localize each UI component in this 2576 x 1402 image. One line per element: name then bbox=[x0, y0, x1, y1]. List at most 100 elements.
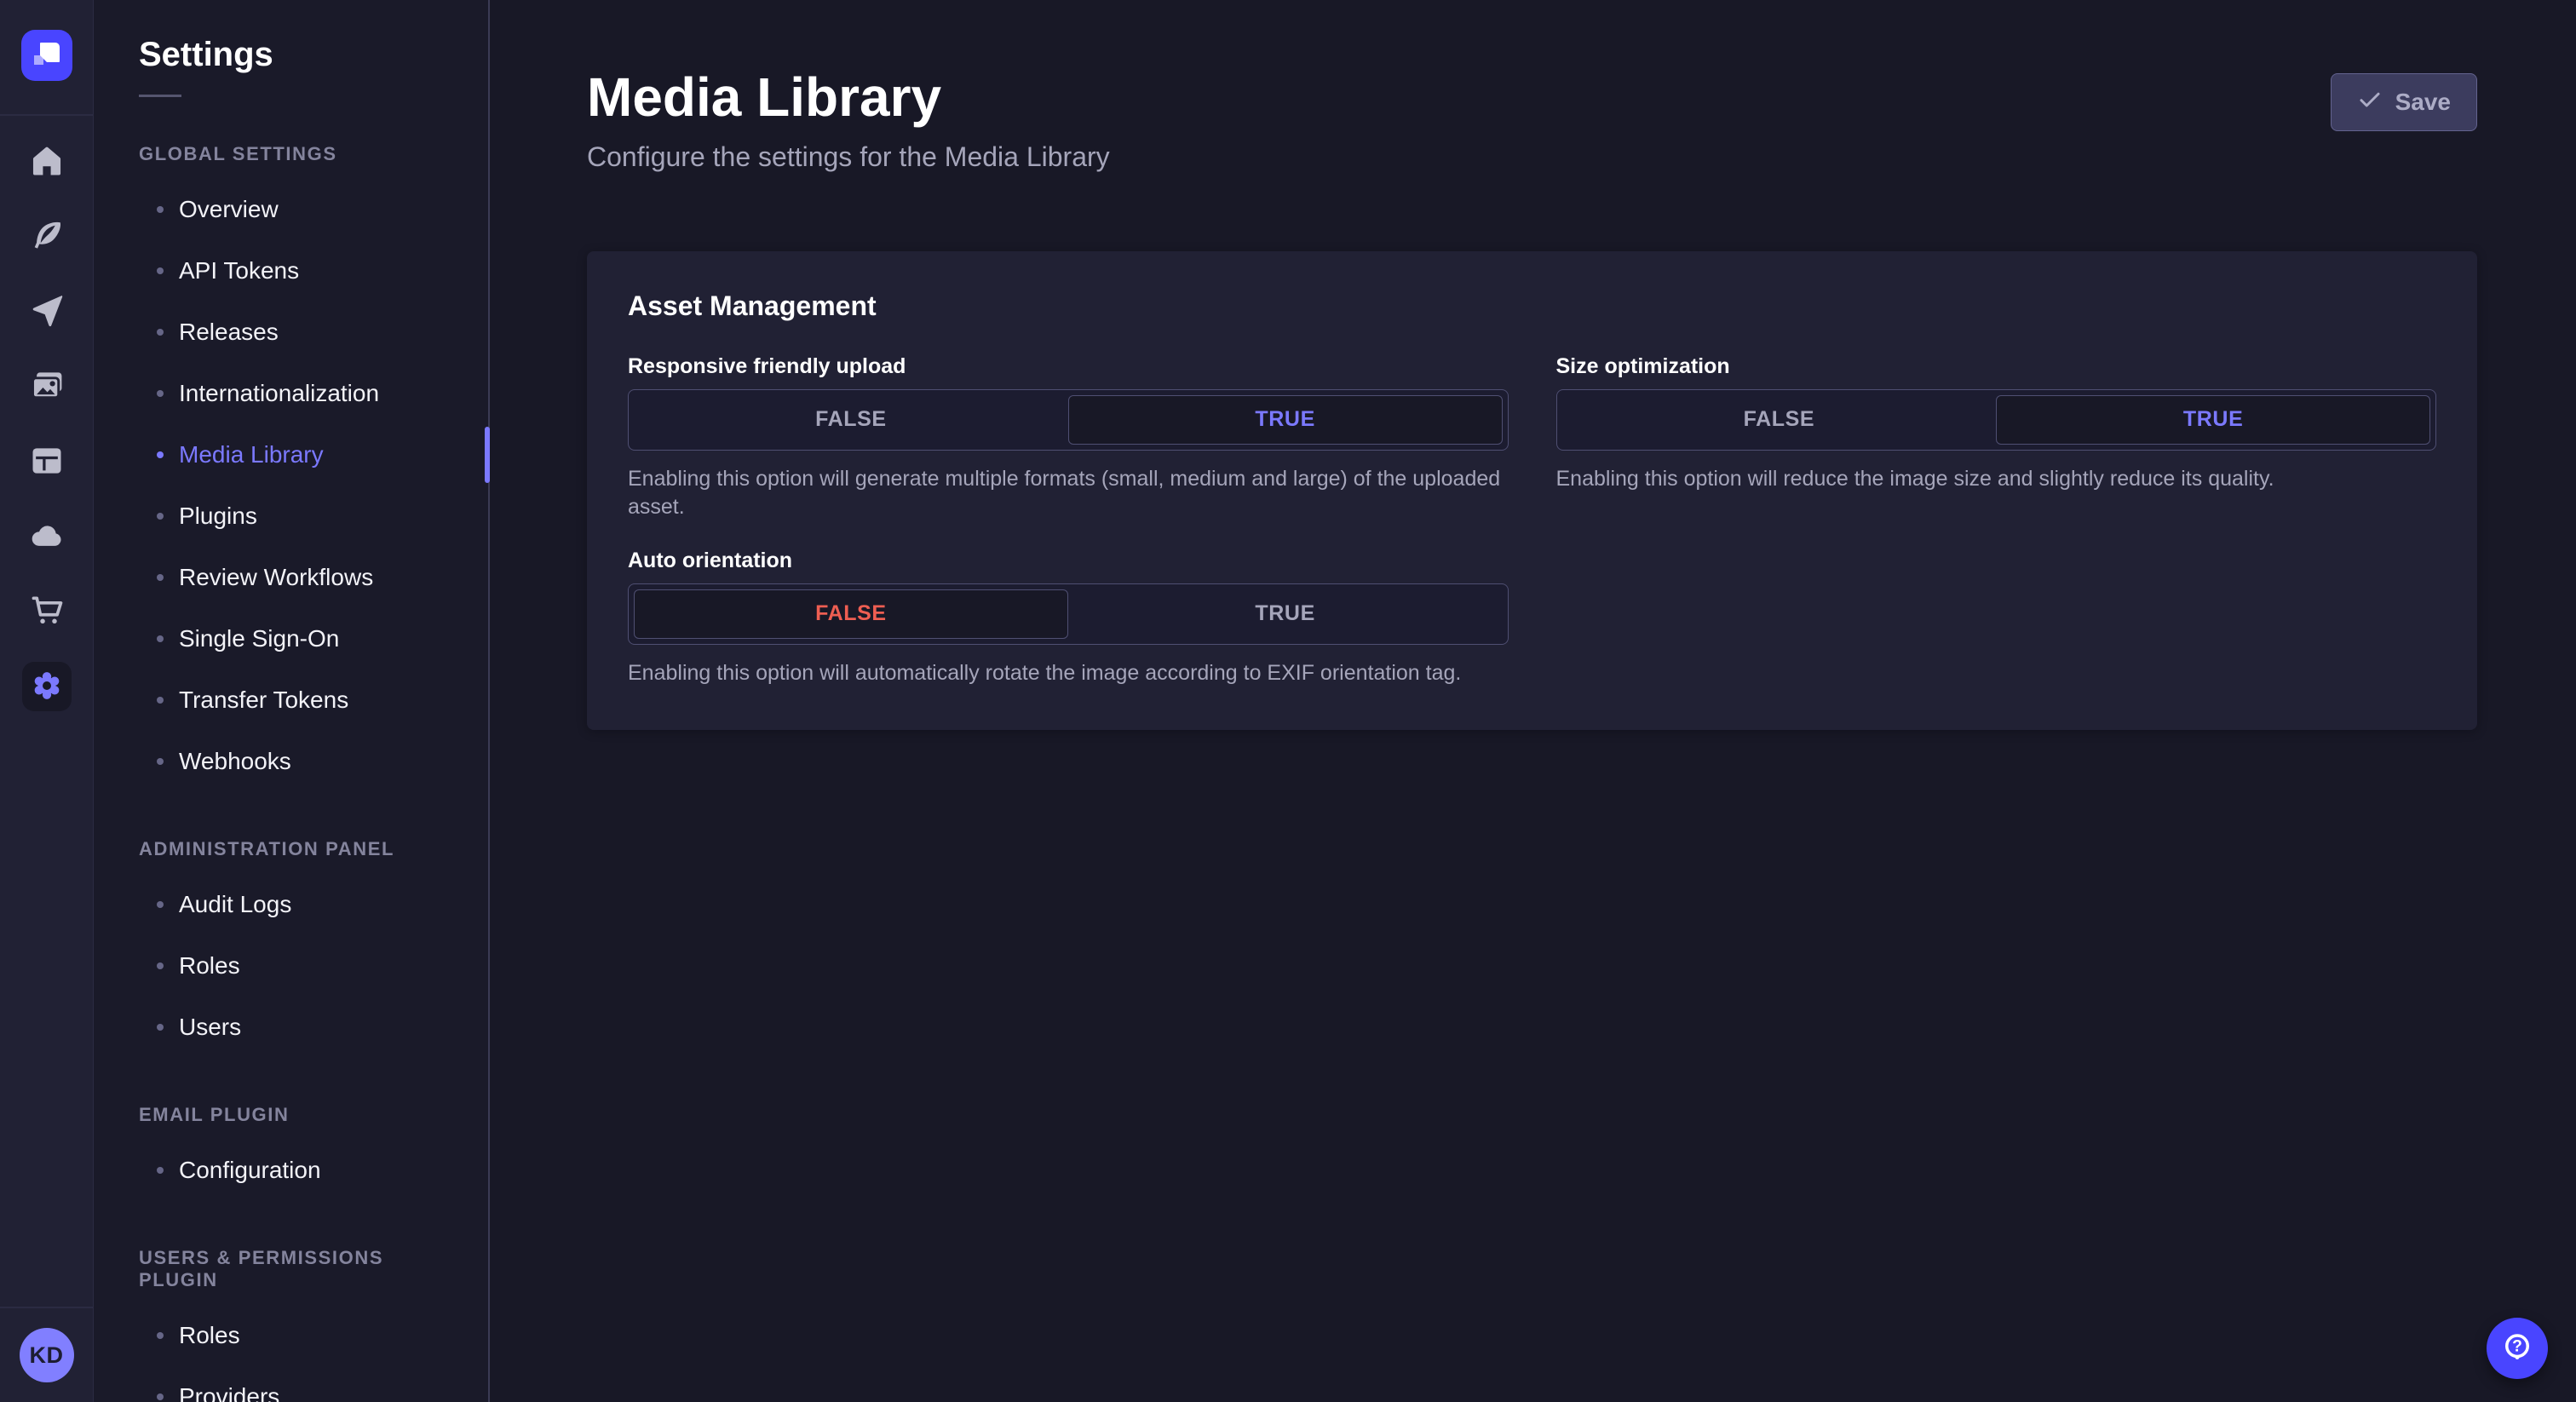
bullet-icon bbox=[157, 635, 164, 642]
subnav-item-up-providers[interactable]: Providers bbox=[94, 1366, 488, 1402]
toggle-true-option[interactable]: TRUE bbox=[1068, 589, 1503, 639]
field-description: Enabling this option will reduce the ima… bbox=[1555, 466, 2274, 491]
subnav-item-label: Internationalization bbox=[179, 380, 380, 406]
asset-management-card: Asset Management Responsive friendly upl… bbox=[587, 250, 2477, 730]
nav-content-manager[interactable] bbox=[28, 218, 66, 256]
toggle-false-option[interactable]: FALSE bbox=[1562, 395, 1997, 445]
toggle-false-option[interactable]: FALSE bbox=[634, 395, 1068, 445]
bullet-icon bbox=[157, 451, 164, 458]
subnav-item-plugins[interactable]: Plugins bbox=[94, 486, 488, 547]
subnav-item-label: Single Sign-On bbox=[179, 625, 340, 652]
save-button[interactable]: Save bbox=[2330, 73, 2477, 131]
toggle-true-option[interactable]: TRUE bbox=[1067, 394, 1503, 445]
subnav-item-overview[interactable]: Overview bbox=[94, 179, 488, 240]
field-auto-orientation: Auto orientation FALSE TRUE Enabling thi… bbox=[628, 549, 1509, 687]
subnav-item-label: Review Workflows bbox=[179, 564, 374, 590]
subnav-item-label: Users bbox=[179, 1014, 242, 1040]
bullet-icon bbox=[157, 267, 164, 274]
section-heading-administration-panel: ADMINISTRATION PANEL bbox=[139, 838, 395, 859]
question-mark-icon: ? bbox=[2499, 1330, 2535, 1368]
subnav-item-admin-users[interactable]: Users bbox=[94, 997, 488, 1058]
bullet-icon bbox=[157, 758, 164, 765]
subnav-item-webhooks[interactable]: Webhooks bbox=[94, 731, 488, 792]
main-nav-rail: KD bbox=[0, 0, 94, 1402]
subnav-item-releases[interactable]: Releases bbox=[94, 302, 488, 363]
gear-icon bbox=[30, 669, 64, 705]
subnav-item-up-roles[interactable]: Roles bbox=[94, 1305, 488, 1366]
workspace-logo[interactable] bbox=[0, 0, 93, 116]
section-heading-users-permissions-plugin: USERS & PERMISSIONS PLUGIN bbox=[139, 1247, 384, 1290]
email-plugin-list: Configuration bbox=[94, 1140, 488, 1201]
strapi-logo-icon bbox=[20, 29, 72, 85]
rail-icon-list bbox=[21, 116, 72, 711]
feather-icon bbox=[28, 217, 66, 257]
nav-media-library[interactable] bbox=[28, 368, 66, 405]
subnav-item-label: Roles bbox=[179, 952, 240, 979]
subnav-item-label: Roles bbox=[179, 1322, 240, 1348]
page-subtitle: Configure the settings for the Media Lib… bbox=[587, 141, 1110, 172]
bullet-icon bbox=[157, 1024, 164, 1031]
subnav-item-label: Media Library bbox=[179, 441, 324, 468]
section-heading-email-plugin: EMAIL PLUGIN bbox=[139, 1104, 290, 1125]
subnav-item-transfer-tokens[interactable]: Transfer Tokens bbox=[94, 669, 488, 731]
bullet-icon bbox=[157, 697, 164, 704]
subnav-item-label: Plugins bbox=[179, 503, 257, 529]
subnav-item-email-configuration[interactable]: Configuration bbox=[94, 1140, 488, 1201]
global-settings-list: Overview API Tokens Releases Internation… bbox=[94, 179, 490, 792]
shopping-cart-icon bbox=[28, 592, 66, 632]
auto-orientation-toggle: FALSE TRUE bbox=[628, 583, 1509, 645]
toggle-false-option[interactable]: FALSE bbox=[634, 589, 1068, 639]
subnav-item-label: Releases bbox=[179, 319, 279, 345]
subnav-item-label: Configuration bbox=[179, 1157, 321, 1183]
page-title: Media Library bbox=[587, 66, 942, 128]
subnav-item-label: Providers bbox=[179, 1383, 280, 1402]
nav-releases[interactable] bbox=[28, 293, 66, 330]
nav-settings[interactable] bbox=[21, 662, 72, 711]
responsive-friendly-upload-toggle: FALSE TRUE bbox=[628, 388, 1509, 451]
users-permissions-list: Roles Providers bbox=[94, 1305, 488, 1402]
field-responsive-friendly-upload: Responsive friendly upload FALSE TRUE En… bbox=[628, 354, 1509, 521]
bullet-icon bbox=[157, 1167, 164, 1174]
nav-content-type-builder[interactable] bbox=[28, 443, 66, 480]
subnav-item-admin-roles[interactable]: Roles bbox=[94, 935, 488, 997]
bullet-icon bbox=[157, 329, 164, 336]
home-icon bbox=[28, 142, 66, 182]
field-label: Size optimization bbox=[1555, 353, 1730, 378]
subnav-item-audit-logs[interactable]: Audit Logs bbox=[94, 874, 488, 935]
help-button[interactable]: ? bbox=[2487, 1318, 2548, 1379]
bullet-icon bbox=[157, 574, 164, 581]
svg-text:?: ? bbox=[2512, 1337, 2522, 1355]
subnav-title: Settings bbox=[139, 36, 273, 73]
subnav-item-single-sign-on[interactable]: Single Sign-On bbox=[94, 608, 488, 669]
subnav-item-label: Audit Logs bbox=[179, 891, 292, 917]
title-divider bbox=[139, 95, 181, 97]
administration-panel-list: Audit Logs Roles Users bbox=[94, 874, 488, 1058]
nav-deploy[interactable] bbox=[28, 518, 66, 555]
toggle-true-option[interactable]: TRUE bbox=[1996, 394, 2430, 445]
layout-icon bbox=[28, 442, 66, 482]
settings-subnav: Settings GLOBAL SETTINGS Overview API To… bbox=[94, 0, 490, 1402]
field-description: Enabling this option will automatically … bbox=[628, 660, 1462, 685]
check-icon bbox=[2357, 87, 2383, 118]
bullet-icon bbox=[157, 962, 164, 969]
nav-marketplace[interactable] bbox=[28, 593, 66, 630]
nav-home[interactable] bbox=[28, 143, 66, 181]
field-description: Enabling this option will generate multi… bbox=[628, 466, 1501, 519]
main-content: Media Library Configure the settings for… bbox=[490, 0, 2576, 1402]
subnav-item-api-tokens[interactable]: API Tokens bbox=[94, 240, 488, 302]
cloud-icon bbox=[28, 517, 66, 557]
subnav-item-review-workflows[interactable]: Review Workflows bbox=[94, 547, 488, 608]
paper-plane-icon bbox=[28, 292, 66, 332]
bullet-icon bbox=[157, 513, 164, 520]
subnav-item-label: Webhooks bbox=[179, 748, 291, 774]
subnav-item-internationalization[interactable]: Internationalization bbox=[94, 363, 488, 424]
card-title: Asset Management bbox=[628, 290, 877, 321]
app-window: KD Settings GLOBAL SETTINGS Overview API… bbox=[0, 0, 2576, 1402]
subnav-item-label: Overview bbox=[179, 196, 279, 222]
page-header: Media Library Configure the settings for… bbox=[587, 66, 2477, 173]
section-heading-global-settings: GLOBAL SETTINGS bbox=[139, 143, 337, 164]
subnav-item-media-library[interactable]: Media Library bbox=[94, 424, 490, 486]
avatar-cell: KD bbox=[0, 1307, 93, 1402]
bullet-icon bbox=[157, 1393, 164, 1400]
user-avatar[interactable]: KD bbox=[19, 1328, 74, 1382]
